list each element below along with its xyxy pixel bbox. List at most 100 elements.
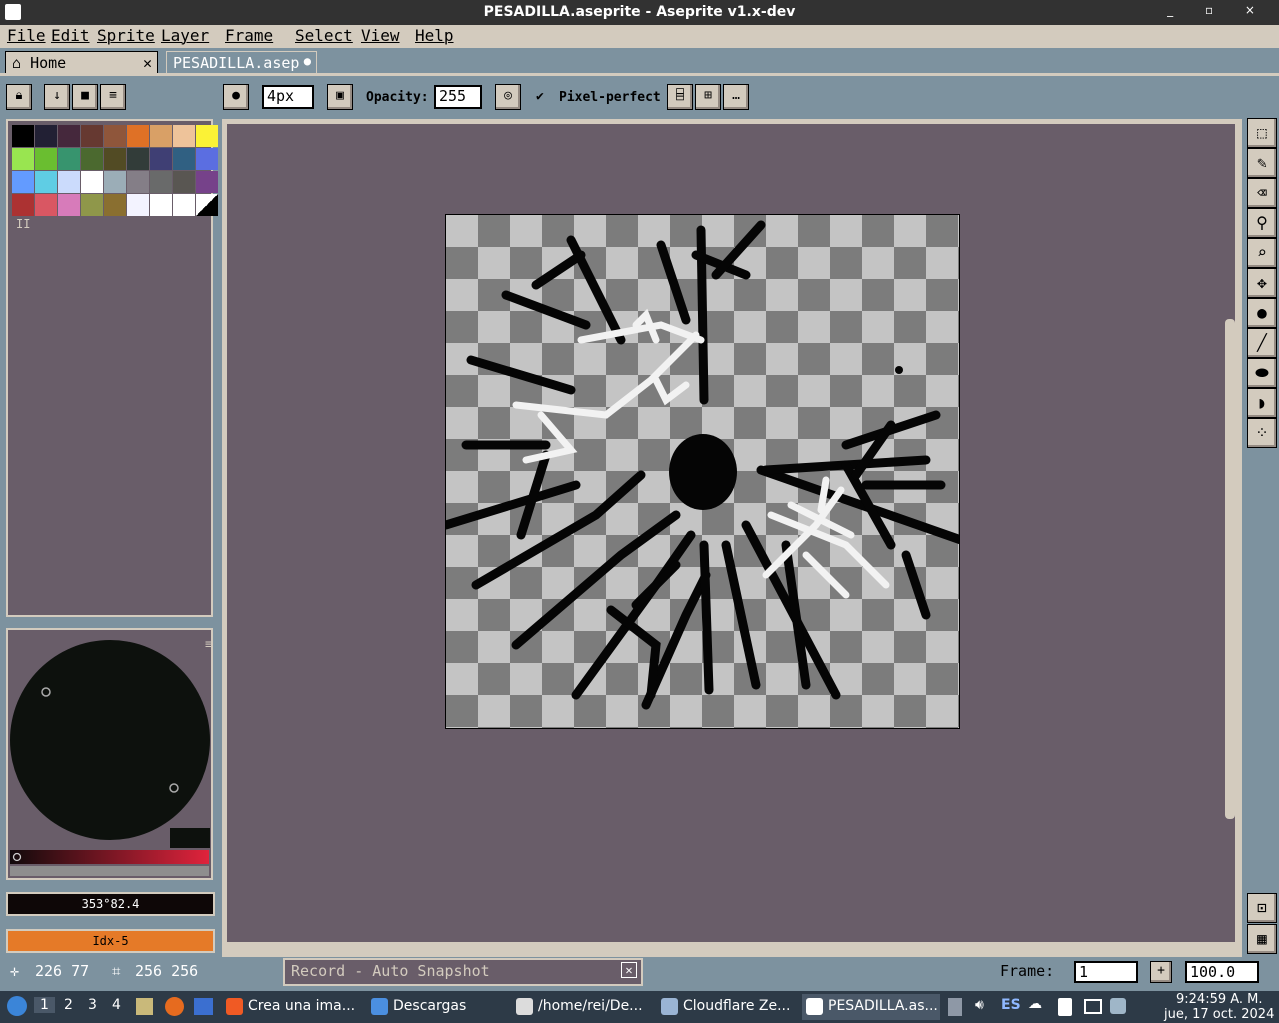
pencil-icon[interactable]: ✎ (1247, 148, 1277, 178)
desktop-icon[interactable] (194, 998, 213, 1015)
palette-swatch[interactable] (58, 194, 80, 216)
cloud-icon[interactable]: ☁︎ (1028, 996, 1042, 1012)
palette-swatch[interactable] (104, 194, 126, 216)
horizontal-scrollbar[interactable] (414, 943, 1074, 951)
workspace-3[interactable]: 3 (88, 997, 97, 1013)
palette-swatch[interactable] (173, 148, 195, 170)
volume-icon[interactable]: 🔊︎ (975, 997, 984, 1013)
palette-swatch[interactable] (127, 194, 149, 216)
palette-swatch[interactable] (81, 171, 103, 193)
palette-swatch[interactable] (127, 171, 149, 193)
firefox-icon[interactable] (165, 997, 184, 1016)
network-icon[interactable] (1110, 998, 1126, 1014)
task-brave[interactable]: Crea una ima... (222, 994, 358, 1020)
palette-swatch[interactable] (196, 148, 218, 170)
palette-swatch[interactable] (58, 125, 80, 147)
eraser-icon[interactable]: ⌫ (1247, 178, 1277, 208)
fill-icon[interactable]: ● (1247, 298, 1277, 328)
foreground-color-field[interactable]: Idx-5 (6, 929, 215, 953)
arrow-down-icon[interactable]: ↓ (44, 84, 70, 110)
display-icon[interactable] (1084, 999, 1102, 1014)
menu-file[interactable]: File (7, 26, 46, 45)
palette-swatch[interactable] (150, 194, 172, 216)
palette-swatch[interactable] (35, 194, 57, 216)
file-manager-icon[interactable] (136, 998, 153, 1015)
wheel-menu-icon[interactable]: ≡ (205, 637, 212, 651)
marquee-icon[interactable]: ⬚ (1247, 118, 1277, 148)
vertical-scrollbar[interactable] (1225, 319, 1235, 819)
notes-icon[interactable] (1058, 998, 1072, 1016)
menu-select[interactable]: Select (295, 26, 353, 45)
palette-swatch[interactable] (196, 194, 218, 216)
tab-home[interactable]: ⌂ Home ✕ (5, 51, 158, 74)
menu-layer[interactable]: Layer (161, 26, 209, 45)
palette-swatch[interactable] (150, 125, 172, 147)
palette-swatch[interactable] (12, 125, 34, 147)
palette-swatch[interactable] (173, 171, 195, 193)
clock-date[interactable]: jue, 17 oct. 2024 (1164, 1007, 1274, 1022)
palette-handle[interactable]: II (16, 217, 30, 231)
pixel-perfect-check-icon[interactable]: ✔ (536, 89, 544, 104)
spray-icon[interactable]: ⁘ (1247, 418, 1277, 448)
zoom-field[interactable]: 100.0 (1185, 961, 1259, 983)
close-icon[interactable]: ✕ (143, 54, 152, 72)
tab-pesadilla[interactable]: PESADILLA.asep ● (166, 51, 317, 74)
palette-swatch[interactable] (150, 171, 172, 193)
add-frame-icon[interactable]: + (1150, 961, 1172, 983)
palette-swatch[interactable] (127, 148, 149, 170)
frame-field[interactable]: 1 (1074, 961, 1138, 983)
modified-dot-icon[interactable]: ● (304, 54, 311, 68)
close-icon[interactable]: ✕ (621, 962, 637, 978)
palette-swatch[interactable] (35, 171, 57, 193)
palette-swatch[interactable] (104, 148, 126, 170)
palette-swatch[interactable] (196, 171, 218, 193)
palette-swatch[interactable] (12, 148, 34, 170)
palette-swatch[interactable] (58, 171, 80, 193)
palette-swatch[interactable] (173, 194, 195, 216)
stop-icon[interactable]: ■ (72, 84, 98, 110)
clock-time[interactable]: 9:24:59 A. M. (1176, 992, 1263, 1007)
move-icon[interactable]: ✥ (1247, 268, 1277, 298)
clipboard-icon[interactable] (948, 998, 962, 1016)
menu-frame[interactable]: Frame (225, 26, 273, 45)
dynamics-icon[interactable]: ◎ (495, 84, 521, 110)
hue-slider[interactable] (10, 850, 209, 864)
palette-swatch[interactable] (127, 125, 149, 147)
palette-swatch[interactable] (81, 148, 103, 170)
ellipse-icon[interactable]: ⬬ (1247, 358, 1277, 388)
zoom-icon[interactable]: ⌕ (1247, 238, 1277, 268)
timeline-icon[interactable]: ▦ (1247, 924, 1277, 954)
menu-help[interactable]: Help (415, 26, 454, 45)
task-aseprite[interactable]: PESADILLA.as... (802, 994, 940, 1020)
more-options-icon[interactable]: … (723, 84, 749, 110)
blur-icon[interactable]: ◗ (1247, 388, 1277, 418)
brush-size-field[interactable]: 4px (262, 85, 314, 109)
palette-swatch[interactable] (104, 171, 126, 193)
palette-swatch[interactable] (104, 125, 126, 147)
ink-type-icon[interactable]: ▣ (327, 84, 353, 110)
line-icon[interactable]: ╱ (1247, 328, 1277, 358)
menu-sprite[interactable]: Sprite (97, 26, 155, 45)
palette-swatch[interactable] (81, 194, 103, 216)
alpha-slider[interactable] (10, 866, 209, 876)
workspace-4[interactable]: 4 (112, 997, 121, 1013)
task-editor[interactable]: /home/rei/De... (512, 994, 648, 1020)
palette-swatch[interactable] (196, 125, 218, 147)
palette-swatch[interactable] (12, 171, 34, 193)
menu-view[interactable]: View (361, 26, 400, 45)
keyboard-layout[interactable]: ES (1001, 997, 1021, 1013)
start-menu-icon[interactable] (7, 996, 27, 1016)
background-color-field[interactable]: 353°82.4 (6, 892, 215, 916)
window-controls[interactable]: _ ▫ × (1167, 3, 1269, 17)
palette-swatch[interactable] (35, 125, 57, 147)
menu-lines-icon[interactable]: ≡ (100, 84, 126, 110)
lock-icon[interactable]: 🔒︎ (6, 84, 32, 110)
palette-swatch[interactable] (58, 148, 80, 170)
sprite-canvas[interactable] (445, 214, 960, 729)
task-descargas[interactable]: Descargas (367, 994, 503, 1020)
palette-swatch[interactable] (12, 194, 34, 216)
palette-swatch[interactable] (173, 125, 195, 147)
zoom-1-1-icon[interactable]: ⊡ (1247, 893, 1277, 923)
symmetry-icon[interactable]: ⌸ (667, 84, 693, 110)
color-wheel[interactable]: ≡ (8, 630, 212, 878)
